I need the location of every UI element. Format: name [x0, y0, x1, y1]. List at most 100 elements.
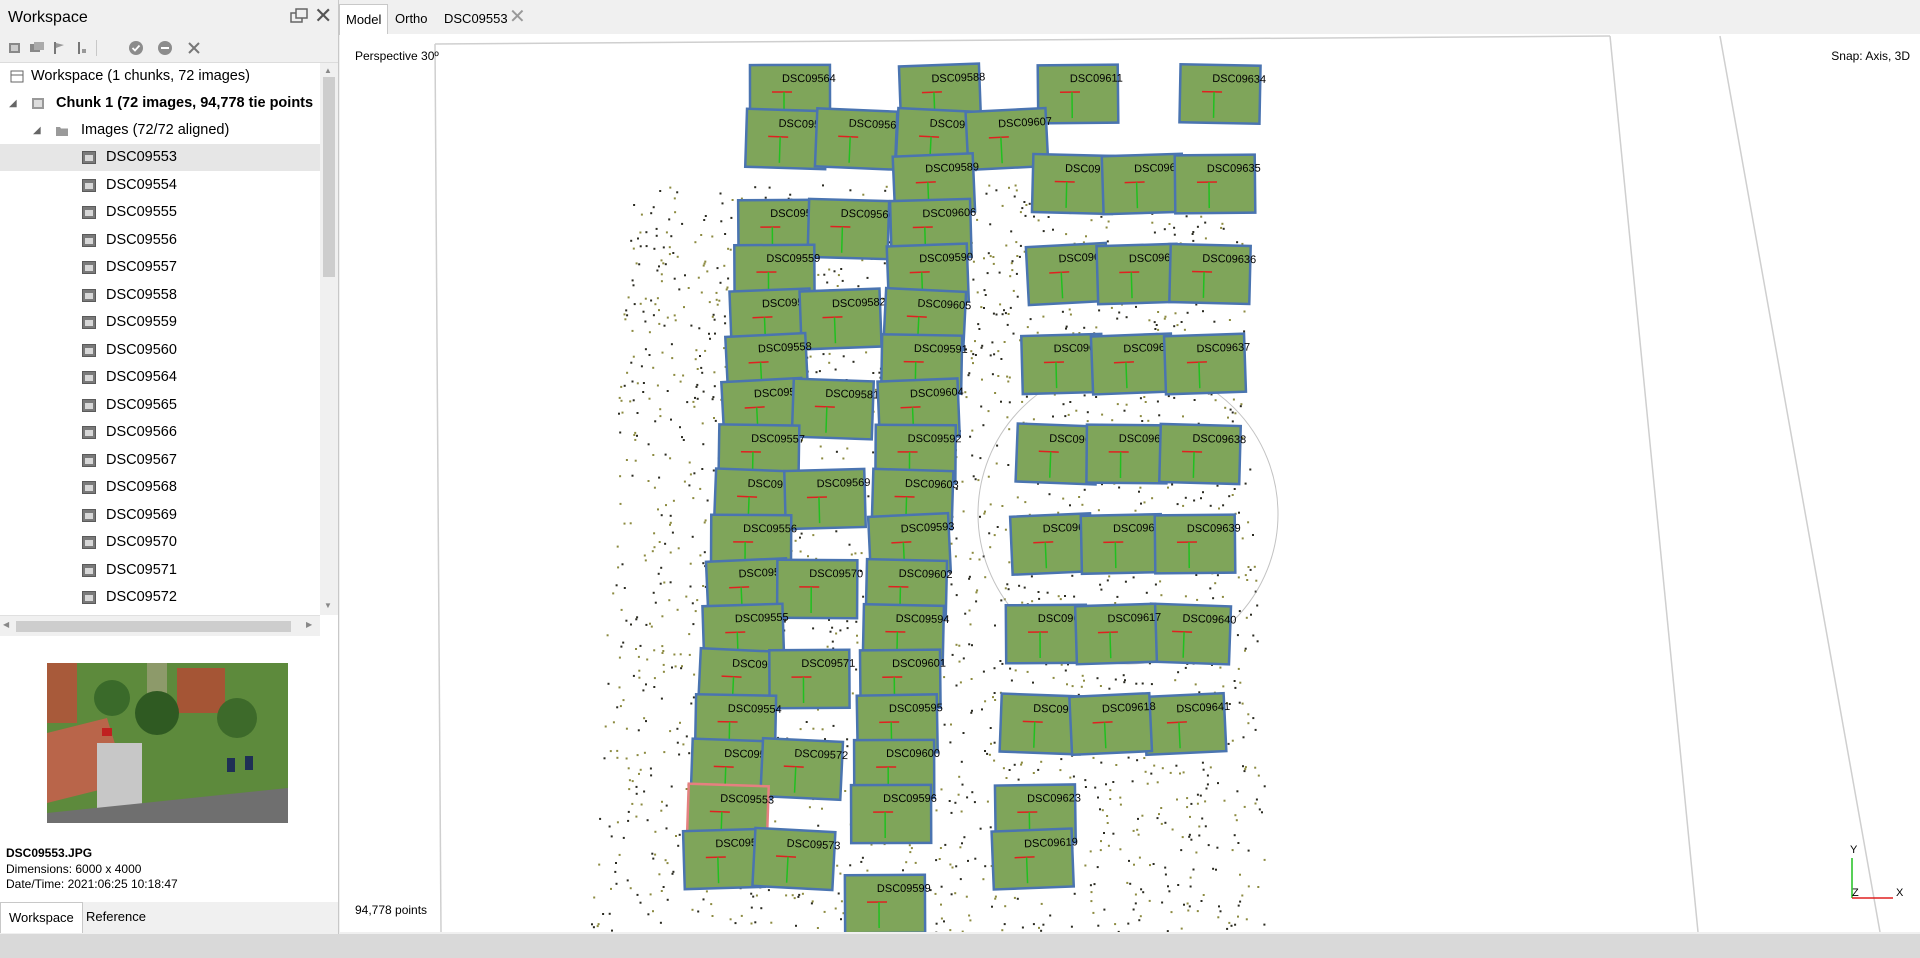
camera-label: DSC09606: [922, 207, 976, 220]
axis-z-label: Z: [1852, 887, 1859, 899]
tree-image-item[interactable]: DSC09566: [0, 419, 320, 446]
camera-frame[interactable]: DSC09634: [1178, 62, 1266, 126]
camera-frame[interactable]: DSC09566: [806, 197, 895, 261]
camera-frame[interactable]: DSC09569: [782, 467, 871, 531]
scroll-left-icon[interactable]: ◀: [3, 620, 9, 629]
camera-x-axis: [830, 225, 851, 228]
camera-x-axis: [705, 856, 726, 859]
camera-frame[interactable]: DSC09570: [775, 558, 863, 620]
tab-photo[interactable]: DSC09553: [438, 4, 514, 34]
scrollbar-thumb[interactable]: [16, 621, 291, 632]
camera-x-axis: [1166, 721, 1187, 724]
tree-image-item[interactable]: DSC09556: [0, 227, 320, 254]
bottom-tab-bar: Workspace Reference: [0, 902, 338, 934]
camera-image-icon: [82, 371, 96, 384]
scroll-up-icon[interactable]: ▲: [324, 66, 332, 75]
scrollbar-thumb[interactable]: [323, 77, 335, 277]
tree-image-item[interactable]: DSC09560: [0, 337, 320, 364]
model-scene[interactable]: DSC09564 DSC09588 DSC09611 DSC09634DSC09560…: [340, 34, 1920, 932]
camera-image-icon: [82, 261, 96, 274]
tree-image-item[interactable]: DSC09555: [0, 199, 320, 226]
scroll-right-icon[interactable]: ▶: [306, 620, 312, 629]
add-scalebar-icon[interactable]: [73, 40, 89, 56]
tree-image-item[interactable]: DSC09554: [0, 172, 320, 199]
folder-icon: [56, 127, 68, 136]
close-tab-icon[interactable]: ✕: [509, 5, 526, 29]
tree-image-item[interactable]: DSC09559: [0, 309, 320, 336]
camera-image-icon: [82, 536, 96, 549]
tree-chunk[interactable]: ◢ Chunk 1 (72 images, 94,778 tie points: [0, 90, 320, 117]
camera-frame[interactable]: DSC09581: [790, 377, 880, 441]
tree-image-label: DSC09572: [106, 589, 177, 605]
camera-label: DSC09619: [1024, 836, 1078, 850]
tree-image-item[interactable]: DSC09569: [0, 502, 320, 529]
camera-frame[interactable]: DSC09619: [990, 827, 1080, 891]
tree-images-label: Images (72/72 aligned): [81, 122, 230, 138]
camera-frame[interactable]: DSC09582: [798, 287, 888, 351]
camera-x-axis: [988, 136, 1009, 139]
tab-ortho[interactable]: Ortho: [389, 4, 434, 34]
camera-frame[interactable]: DSC09636: [1168, 242, 1256, 306]
add-photos-icon[interactable]: [29, 40, 45, 56]
camera-image-icon: [82, 151, 96, 164]
tree-image-item[interactable]: DSC09557: [0, 254, 320, 281]
camera-frame[interactable]: DSC09571: [768, 648, 855, 710]
camera-frame[interactable]: DSC09639: [1153, 513, 1241, 575]
enable-icon[interactable]: [128, 40, 144, 56]
camera-image-icon: [82, 178, 96, 192]
camera-frame[interactable]: DSC09572: [759, 736, 848, 802]
camera-label: DSC09635: [1207, 163, 1261, 176]
camera-frame[interactable]: DSC09599: [843, 873, 931, 932]
close-pane-icon[interactable]: ✕: [314, 5, 332, 27]
tree-root-workspace[interactable]: Workspace (1 chunks, 72 images): [0, 63, 320, 90]
model-viewport[interactable]: DSC09564 DSC09588 DSC09611 DSC09634 DSC09560…: [340, 34, 1920, 932]
camera-frame[interactable]: DSC09565: [813, 107, 903, 171]
camera-frame[interactable]: DSC09637: [1162, 332, 1252, 396]
camera-frame[interactable]: DSC09596: [849, 783, 937, 845]
collapse-arrow-icon[interactable]: ◢: [33, 117, 41, 144]
add-marker-icon[interactable]: [51, 40, 67, 56]
camera-x-axis: [729, 586, 750, 589]
tree-image-item[interactable]: DSC09565: [0, 392, 320, 419]
tree-images-folder[interactable]: ◢ Images (72/72 aligned): [0, 117, 320, 144]
camera-frame[interactable]: DSC09638: [1157, 422, 1246, 486]
tree-image-item[interactable]: DSC09558: [0, 282, 320, 309]
camera-frame[interactable]: DSC09617: [1073, 602, 1163, 666]
tab-model[interactable]: Model: [339, 4, 389, 35]
add-chunk-icon[interactable]: [7, 40, 23, 56]
camera-x-axis: [1092, 721, 1113, 724]
tree-image-item[interactable]: DSC09570: [0, 529, 320, 556]
tree-image-item[interactable]: DSC09572: [0, 584, 320, 611]
toolbar-separator: [96, 40, 97, 56]
camera-image-icon: [82, 343, 96, 357]
scroll-down-icon[interactable]: ▼: [324, 601, 332, 610]
camera-label: DSC09559: [766, 253, 820, 265]
tree-image-label: DSC09570: [106, 534, 177, 550]
camera-frame[interactable]: DSC09640: [1147, 602, 1237, 666]
disable-icon[interactable]: [157, 40, 173, 56]
camera-x-axis: [709, 810, 730, 813]
remove-icon[interactable]: [186, 40, 202, 56]
camera-frame[interactable]: DSC09611: [1036, 63, 1124, 125]
camera-frame[interactable]: DSC09641: [1142, 691, 1232, 757]
camera-x-axis: [822, 316, 843, 319]
tree-horizontal-scrollbar[interactable]: ◀ ▶: [0, 615, 320, 636]
tree-image-item[interactable]: DSC09571: [0, 557, 320, 584]
tree-image-item[interactable]: DSC09564: [0, 364, 320, 391]
float-pane-icon[interactable]: [290, 8, 308, 24]
camera-image-icon: [82, 591, 96, 604]
tree-vertical-scrollbar[interactable]: ▲ ▼: [320, 63, 338, 615]
camera-frame[interactable]: DSC09618: [1068, 691, 1157, 757]
tab-workspace[interactable]: Workspace: [0, 902, 83, 933]
collapse-arrow-icon[interactable]: ◢: [9, 90, 17, 117]
tab-reference[interactable]: Reference: [78, 902, 154, 932]
tree-image-label: DSC09569: [106, 506, 177, 523]
tree-image-item[interactable]: DSC09567: [0, 447, 320, 474]
camera-y-axis: [1114, 542, 1117, 569]
camera-x-axis: [768, 135, 789, 138]
camera-frame[interactable]: DSC09635: [1173, 153, 1261, 215]
tree-image-item[interactable]: DSC09568: [0, 474, 320, 501]
camera-frame[interactable]: DSC09573: [751, 826, 841, 892]
tree-image-item[interactable]: DSC09553: [0, 144, 320, 171]
camera-label: DSC09588: [931, 71, 985, 85]
